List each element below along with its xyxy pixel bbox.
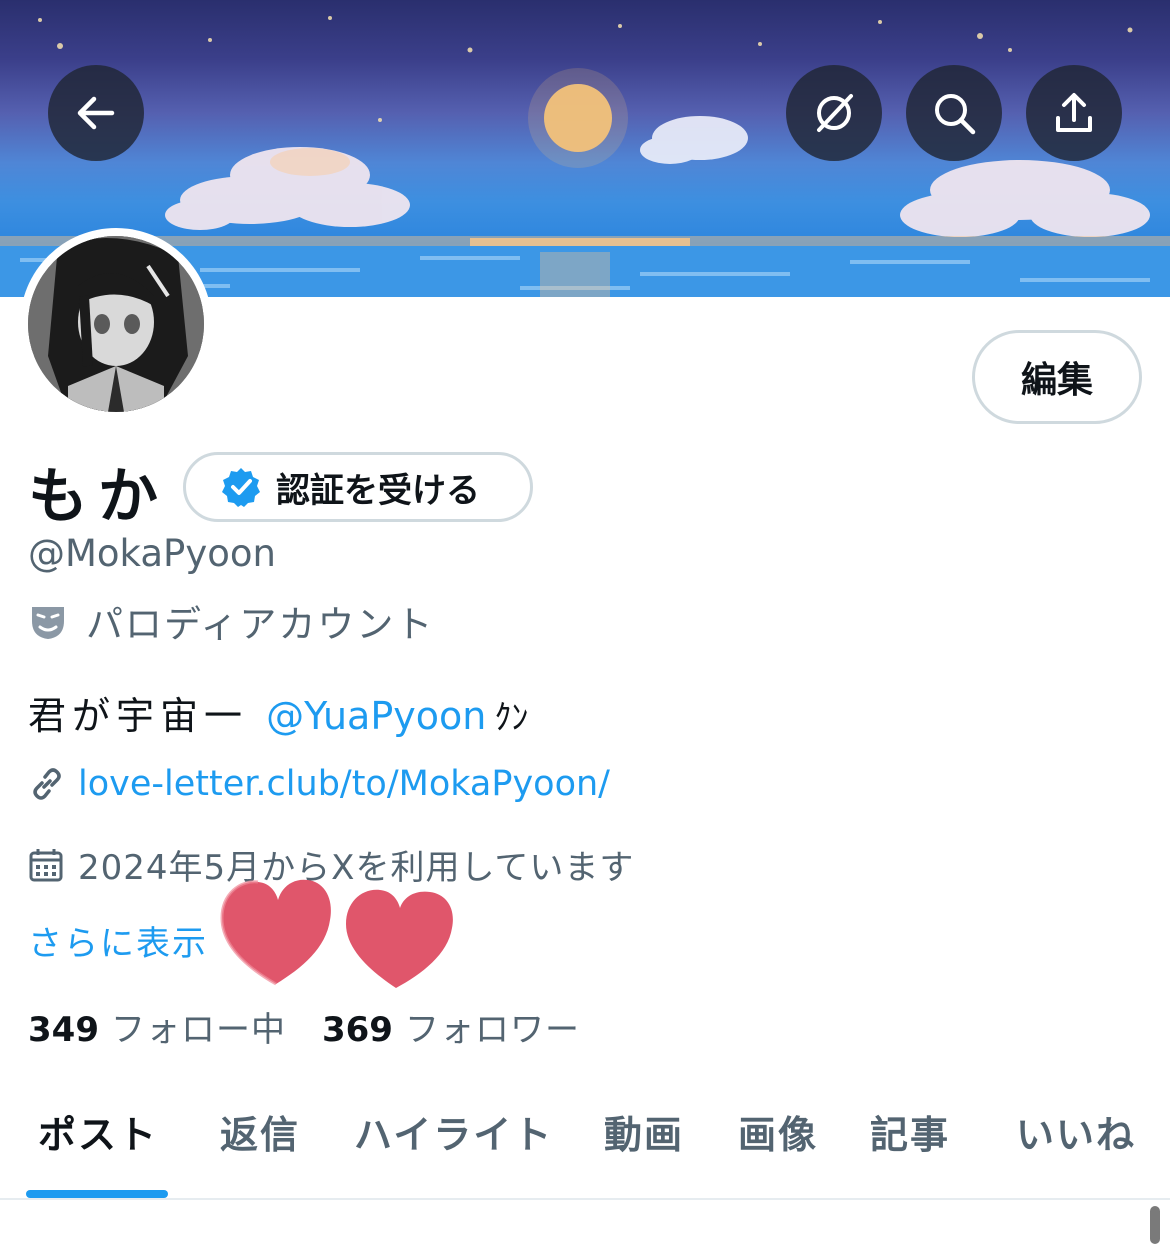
- heart-icon: [346, 889, 453, 988]
- scrollbar[interactable]: [1150, 1206, 1160, 1244]
- following-label[interactable]: フォロー中: [111, 1002, 286, 1051]
- share-button[interactable]: [1026, 65, 1122, 161]
- avatar[interactable]: [20, 228, 212, 420]
- following-count[interactable]: 349: [28, 1010, 99, 1050]
- calendar-icon: [28, 847, 64, 883]
- slash-circle-icon: [817, 94, 853, 132]
- parody-label-row: パロディアカウント: [28, 594, 434, 648]
- profile-page: 編集 もか 認証を受ける @MokaPyoon パロディアカウント 君が宇宙一 …: [0, 0, 1170, 1244]
- user-handle: @MokaPyoon: [28, 532, 276, 575]
- tab-replies[interactable]: 返信: [220, 1104, 300, 1159]
- bio-mention-link[interactable]: @YuaPyoon: [266, 694, 486, 738]
- theater-mask-icon: [28, 601, 68, 641]
- share-icon: [1056, 93, 1092, 132]
- heart-stickers: [220, 879, 453, 988]
- avatar-image: [28, 236, 204, 412]
- heart-icon: [220, 879, 331, 986]
- followers-count[interactable]: 369: [322, 1010, 393, 1050]
- search-button[interactable]: [906, 65, 1002, 161]
- display-name: もか: [28, 462, 168, 532]
- get-verified-label: 認証を受ける: [276, 470, 480, 511]
- profile-website-link[interactable]: love-letter.club/to/MokaPyoon/: [78, 764, 610, 804]
- tabs-divider: [0, 1198, 1170, 1200]
- follow-stats: 349 フォロー中 369 フォロワー: [28, 1002, 616, 1051]
- tab-highlights[interactable]: ハイライト: [354, 1104, 553, 1159]
- parody-label: パロディアカウント: [86, 603, 435, 646]
- profile-website-row: love-letter.club/to/MokaPyoon/: [28, 764, 610, 804]
- tab-likes[interactable]: いいね: [1016, 1104, 1136, 1159]
- edit-profile-button[interactable]: 編集: [972, 330, 1142, 424]
- link-icon: [28, 765, 66, 803]
- tab-articles[interactable]: 記事: [870, 1104, 950, 1159]
- profile-bio: 君が宇宙一 @YuaPyoon ｸﾝ: [28, 685, 528, 740]
- back-button[interactable]: [48, 65, 144, 161]
- search-icon: [935, 94, 976, 135]
- bio-tail: ｸﾝ: [494, 698, 529, 738]
- tab-videos[interactable]: 動画: [604, 1104, 684, 1159]
- profile-tabs: ポスト 返信 ハイライト 動画 画像 記事 いいね: [0, 1080, 1170, 1200]
- show-more-link[interactable]: さらに表示: [28, 916, 208, 965]
- tab-images[interactable]: 画像: [738, 1104, 818, 1159]
- get-verified-button[interactable]: 認証を受ける: [183, 452, 533, 522]
- bio-text: 君が宇宙一: [28, 694, 249, 738]
- tab-posts[interactable]: ポスト: [38, 1104, 158, 1159]
- grok-button[interactable]: [786, 65, 882, 161]
- active-tab-indicator: [26, 1190, 168, 1198]
- followers-label[interactable]: フォロワー: [405, 1002, 580, 1051]
- verified-badge-icon: [220, 466, 262, 508]
- arrow-left-icon: [77, 96, 115, 130]
